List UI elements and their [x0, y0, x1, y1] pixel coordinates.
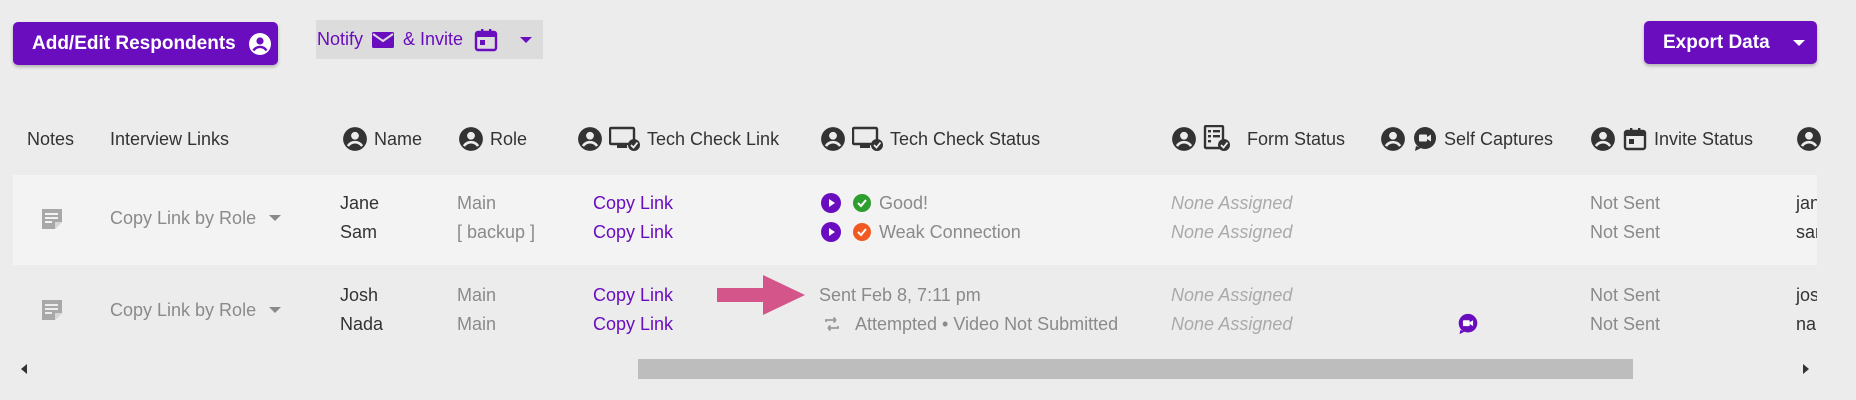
annotation-arrow-icon [717, 275, 805, 315]
invite-status: Not Sent [1590, 221, 1661, 242]
copy-tech-link[interactable]: Copy Link [593, 312, 673, 336]
respondent-name: Nada [340, 313, 384, 334]
col-email-partial [1796, 127, 1828, 151]
avatar-icon [1797, 127, 1821, 151]
add-edit-respondents-button[interactable]: Add/Edit Respondents [13, 22, 278, 65]
col-role: Role [458, 127, 527, 151]
check-circle-icon [853, 194, 871, 212]
export-data-button[interactable]: Export Data [1644, 21, 1817, 64]
col-interview-links: Interview Links [110, 128, 230, 149]
email-partial: na [1796, 313, 1817, 334]
caret-down-icon [269, 215, 282, 221]
email-partial: jan [1796, 192, 1817, 213]
copy-tech-link[interactable]: Copy Link [593, 191, 673, 215]
notify-invite-dropdown[interactable]: Notify & Invite [316, 20, 543, 59]
avatar-icon [578, 127, 602, 151]
respondent-name: Jane [340, 192, 380, 213]
form-status: None Assigned [1171, 192, 1293, 213]
col-self-captures: Self Captures [1380, 127, 1553, 151]
col-tech-check-status: Tech Check Status [820, 126, 1040, 151]
invite-status: Not Sent [1590, 192, 1661, 213]
notify-label: Notify [317, 29, 364, 49]
copy-link-by-role-dropdown[interactable]: Copy Link by Role [110, 298, 282, 322]
copy-tech-link[interactable]: Copy Link [593, 283, 673, 307]
copy-tech-link[interactable]: Copy Link [593, 220, 673, 244]
video-chat-icon [1414, 127, 1436, 151]
respondent-name: Sam [340, 221, 378, 242]
form-status: None Assigned [1171, 284, 1293, 305]
respondent-group: Copy Link by Role Jane Main Copy Link Go… [13, 175, 1817, 265]
tech-check-status: Good! [821, 191, 928, 215]
col-notes: Notes [27, 128, 75, 149]
avatar-icon [1172, 127, 1196, 151]
scrollbar-thumb[interactable] [638, 359, 1633, 379]
export-data-label: Export Data [1663, 31, 1770, 53]
form-status: None Assigned [1171, 313, 1293, 334]
form-check-icon [1203, 125, 1230, 151]
scroll-right-icon[interactable] [1801, 363, 1811, 375]
calendar-icon [474, 28, 498, 51]
video-chat-icon[interactable] [1457, 313, 1479, 335]
col-name: Name [342, 127, 422, 151]
retry-icon [825, 316, 839, 332]
col-invite-status: Invite Status [1590, 127, 1753, 151]
avatar-icon [1591, 127, 1615, 151]
respondent-role: Main [457, 313, 497, 334]
avatar-icon [248, 32, 271, 55]
avatar-icon [1381, 127, 1405, 151]
invite-label: & Invite [403, 29, 464, 49]
note-icon[interactable] [40, 298, 64, 322]
invite-status: Not Sent [1590, 313, 1661, 334]
avatar-icon [343, 127, 367, 151]
respondent-name: Josh [340, 284, 379, 305]
col-tech-check-link: Tech Check Link [577, 126, 779, 151]
respondent-group: Copy Link by Role Josh Main Copy Link Se… [13, 268, 1817, 356]
form-status: None Assigned [1171, 221, 1293, 242]
caret-down-icon [1792, 39, 1805, 46]
tech-check-status: Sent Feb 8, 7:11 pm [819, 284, 981, 305]
avatar-icon [821, 127, 845, 151]
calendar-icon [1623, 128, 1647, 151]
note-icon[interactable] [40, 207, 64, 231]
avatar-icon [459, 127, 483, 151]
add-edit-respondents-label: Add/Edit Respondents [32, 32, 236, 54]
col-form-status: Form Status [1171, 125, 1345, 151]
respondent-role: Main [457, 284, 497, 305]
monitor-check-icon [852, 126, 883, 151]
email-partial: sar [1796, 221, 1817, 242]
envelope-icon [372, 31, 395, 48]
monitor-check-icon [609, 126, 640, 151]
respondent-role: [ backup ] [457, 221, 536, 242]
tech-check-status: Attempted • Video Not Submitted [823, 312, 1118, 336]
table-header: Notes Interview Links Name Role Tech Che… [0, 125, 1856, 151]
tech-check-status: Weak Connection [821, 220, 1021, 244]
copy-link-by-role-dropdown[interactable]: Copy Link by Role [110, 206, 282, 230]
play-icon[interactable] [821, 222, 841, 242]
email-partial: jos [1796, 284, 1817, 305]
caret-down-icon [520, 36, 533, 43]
scroll-left-icon[interactable] [19, 363, 29, 375]
check-circle-icon [853, 223, 871, 241]
play-icon[interactable] [821, 193, 841, 213]
invite-status: Not Sent [1590, 284, 1661, 305]
caret-down-icon [269, 307, 282, 313]
horizontal-scrollbar[interactable] [13, 357, 1817, 381]
respondent-role: Main [457, 192, 497, 213]
